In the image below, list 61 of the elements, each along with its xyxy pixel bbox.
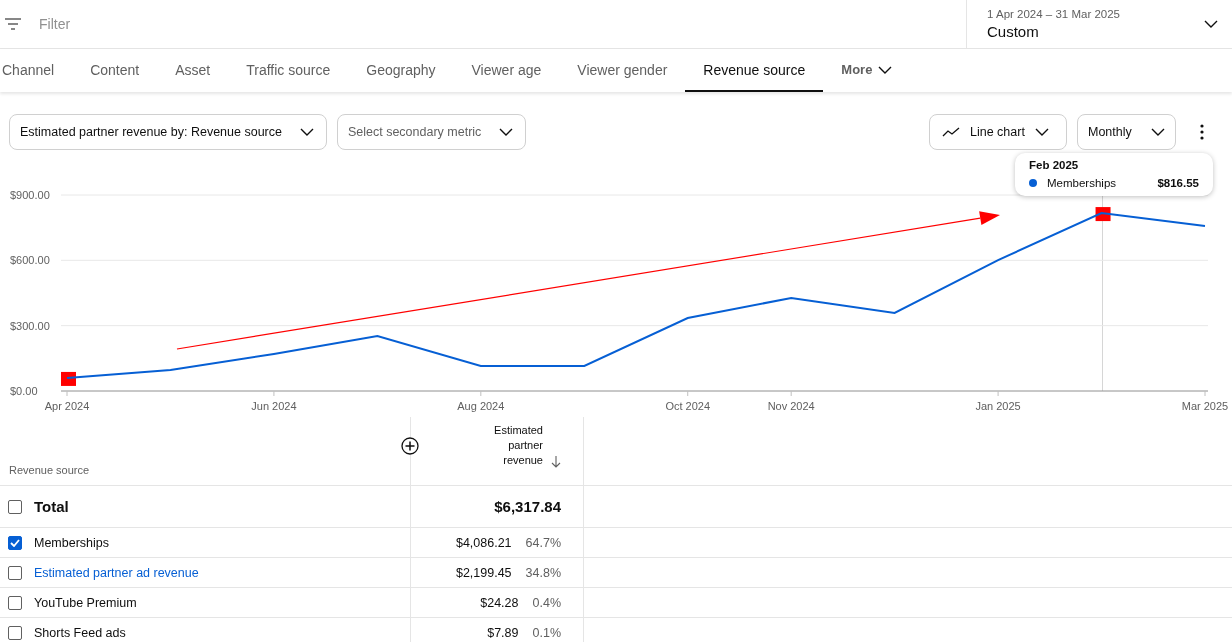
source-name: Shorts Feed ads bbox=[34, 625, 126, 640]
tab[interactable]: Revenue source bbox=[685, 49, 824, 92]
checkbox[interactable] bbox=[8, 595, 22, 610]
sort-down-icon[interactable] bbox=[551, 456, 561, 468]
x-tick-label: Jun 2024 bbox=[251, 400, 297, 412]
tab[interactable]: Content bbox=[72, 49, 158, 92]
date-range-picker[interactable]: 1 Apr 2024 – 31 Mar 2025 Custom bbox=[966, 0, 1232, 48]
secondary-metric-dropdown[interactable]: Select secondary metric bbox=[336, 114, 527, 150]
column-header[interactable]: Revenue source bbox=[9, 464, 90, 476]
x-tick-label: Mar 2025 bbox=[1181, 400, 1229, 412]
x-tick-label: Nov 2024 bbox=[767, 400, 815, 412]
series-name: Memberships bbox=[1047, 177, 1117, 189]
revenue-value: $24.28 bbox=[480, 595, 519, 610]
y-tick-label: $900.00 bbox=[10, 189, 50, 201]
source-name: YouTube Premium bbox=[34, 595, 137, 610]
checkbox[interactable] bbox=[8, 499, 22, 514]
y-tick-label: $600.00 bbox=[10, 254, 50, 267]
tab[interactable]: Viewer gender bbox=[559, 49, 686, 92]
checkbox[interactable] bbox=[8, 535, 22, 550]
checkbox[interactable] bbox=[8, 565, 22, 580]
revenue-share: 64.7% bbox=[525, 535, 561, 550]
y-tick-label: $300.00 bbox=[10, 319, 50, 332]
revenue-value: $2,199.45 bbox=[455, 565, 512, 580]
chart-type-dropdown[interactable]: Line chart bbox=[929, 114, 1067, 150]
more-options-icon[interactable] bbox=[1200, 124, 1204, 140]
revenue-value: $4,086.21 bbox=[455, 535, 512, 550]
chevron-down-icon bbox=[1151, 128, 1165, 136]
source-link[interactable]: Estimated partner ad revenue bbox=[34, 565, 199, 580]
interval-dropdown[interactable]: Monthly bbox=[1077, 114, 1176, 150]
x-tick-label: Oct 2024 bbox=[665, 400, 711, 412]
x-tick-label: Jan 2025 bbox=[975, 400, 1021, 412]
chevron-down-icon bbox=[1204, 20, 1218, 28]
more-tab[interactable]: More bbox=[823, 49, 911, 92]
series-value: $816.55 bbox=[1157, 177, 1199, 189]
y-tick-label: $0.00 bbox=[10, 385, 38, 397]
marker-square bbox=[61, 371, 76, 386]
chevron-down-icon bbox=[499, 128, 514, 136]
tooltip-title: Feb 2025 bbox=[1029, 159, 1079, 171]
line-chart-icon bbox=[942, 127, 960, 137]
metric-dropdown[interactable]: Estimated partner revenue by: Revenue source bbox=[9, 114, 327, 150]
filter-icon[interactable] bbox=[5, 18, 21, 30]
revenue-share: 0.1% bbox=[532, 625, 561, 640]
chevron-down-icon bbox=[878, 65, 893, 74]
column-header[interactable]: Estimated partner revenue bbox=[473, 423, 543, 468]
revenue-share: 0.4% bbox=[532, 595, 561, 610]
x-tick-label: Aug 2024 bbox=[457, 400, 505, 412]
tab[interactable]: Channel bbox=[0, 49, 73, 92]
add-column-icon[interactable] bbox=[401, 437, 419, 455]
chevron-down-icon bbox=[1034, 128, 1049, 136]
tab[interactable]: Asset bbox=[157, 49, 229, 92]
chevron-down-icon bbox=[299, 128, 314, 136]
revenue-value: $7.89 bbox=[487, 625, 519, 640]
tab[interactable]: Traffic source bbox=[228, 49, 349, 92]
x-tick-label: Apr 2024 bbox=[44, 400, 90, 412]
tab[interactable]: Geography bbox=[348, 49, 454, 92]
tab[interactable]: Viewer age bbox=[453, 49, 560, 92]
source-name: Memberships bbox=[34, 535, 110, 550]
revenue-share: 34.8% bbox=[525, 565, 561, 580]
total-label: Total bbox=[34, 498, 69, 515]
total-value: $6,317.84 bbox=[494, 498, 561, 515]
checkbox[interactable] bbox=[8, 625, 22, 640]
